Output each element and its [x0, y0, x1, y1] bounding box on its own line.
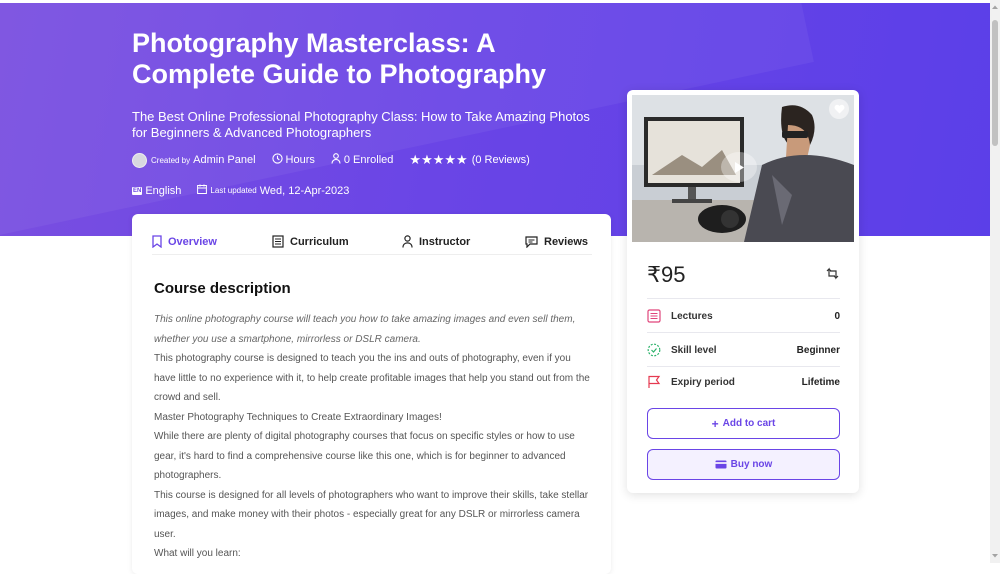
bookmark-icon [152, 235, 162, 248]
add-to-cart-button[interactable]: + Add to cart [647, 408, 840, 439]
scroll-down-icon[interactable] [991, 553, 999, 559]
skill-level-row: Skill level Beginner [647, 343, 840, 357]
language-icon: EN [132, 186, 143, 195]
lectures-label: Lectures [671, 310, 713, 322]
lectures-icon [647, 309, 661, 323]
buy-now-button[interactable]: Buy now [647, 449, 840, 480]
play-video-icon[interactable] [721, 152, 757, 182]
divider [647, 298, 840, 299]
last-updated-date: Wed, 12-Apr-2023 [259, 184, 350, 197]
hours-info: Hours [271, 153, 315, 167]
tab-label: Instructor [419, 235, 471, 248]
expiry-period-value: Lifetime [801, 376, 840, 388]
user-icon [402, 235, 413, 248]
course-tabs: Overview Curriculum Instructor Reviews [152, 229, 592, 255]
refresh-icon[interactable] [826, 267, 839, 283]
top-border [0, 0, 1000, 3]
buy-now-label: Buy now [730, 459, 773, 470]
enrolled-info: 0 Enrolled [331, 153, 394, 167]
star-icon: ★ [409, 152, 422, 167]
star-icon: ★ [432, 152, 445, 167]
last-updated-info: Last updated Wed, 12-Apr-2023 [197, 184, 349, 197]
plus-icon: + [711, 416, 719, 431]
skill-icon [647, 343, 661, 357]
course-title: Photography Masterclass: A Complete Guid… [132, 28, 547, 89]
author-info: Created by Admin Panel [132, 152, 256, 168]
wishlist-heart-icon[interactable] [829, 99, 849, 119]
chat-icon [525, 235, 538, 248]
hours-label: Hours [285, 154, 315, 166]
scroll-up-icon[interactable] [991, 4, 999, 10]
skill-level-label: Skill level [671, 344, 717, 356]
calendar-icon [197, 184, 208, 197]
tab-instructor[interactable]: Instructor [402, 229, 525, 254]
add-to-cart-label: Add to cart [722, 418, 776, 429]
course-meta-row: Created by Admin Panel Hours 0 Enrolled … [132, 152, 546, 168]
divider [647, 366, 840, 367]
course-subtitle: The Best Online Professional Photography… [132, 109, 590, 140]
tab-label: Overview [168, 235, 217, 248]
expiry-period-label: Expiry period [671, 376, 735, 388]
course-meta-row-2: EN English Last updated Wed, 12-Apr-2023 [132, 184, 365, 197]
last-updated-label: Last updated [210, 186, 257, 195]
clock-icon [271, 153, 283, 167]
divider [647, 332, 840, 333]
star-icon: ★ [421, 152, 433, 167]
description-paragraph: This photography course is designed to t… [154, 353, 590, 403]
description-paragraph: Master Photography Techniques to Create … [154, 411, 442, 423]
tab-reviews[interactable]: Reviews [525, 229, 592, 254]
description-paragraph: While there are plenty of digital photog… [154, 431, 575, 481]
enrolled-count: 0 Enrolled [343, 154, 394, 166]
flag-icon [648, 375, 661, 388]
star-icon: ★ [444, 152, 457, 167]
rating-stars: ★★★★★ [409, 152, 467, 168]
description-paragraph: This course is designed for all levels o… [154, 489, 589, 540]
course-price: ₹95 [647, 262, 686, 287]
tab-curriculum[interactable]: Curriculum [272, 229, 402, 254]
created-by-label: Created by [151, 155, 191, 165]
course-description: This online photography course will teac… [154, 310, 594, 564]
description-intro: This online photography course will teac… [154, 314, 576, 345]
description-paragraph: What will you learn: [154, 548, 241, 559]
scrollbar-thumb[interactable] [992, 20, 998, 146]
rating-info: ★★★★★ (0 Reviews) [409, 152, 529, 168]
lectures-value: 0 [834, 310, 840, 322]
section-heading: Course description [154, 280, 291, 297]
author-avatar [132, 152, 147, 168]
author-name-link[interactable]: Admin Panel [193, 154, 255, 166]
lectures-row: Lectures 0 [647, 309, 840, 323]
skill-level-value: Beginner [796, 344, 840, 356]
language-label: English [145, 184, 182, 197]
credit-card-icon [715, 458, 727, 472]
language-info: EN English [132, 185, 181, 197]
tab-overview[interactable]: Overview [152, 229, 272, 254]
expiry-period-row: Expiry period Lifetime [647, 375, 840, 389]
list-icon [272, 235, 284, 248]
user-icon [331, 153, 341, 167]
reviews-count: (0 Reviews) [471, 154, 530, 166]
tab-label: Reviews [544, 235, 589, 248]
star-icon: ★ [456, 152, 468, 167]
tab-label: Curriculum [290, 235, 349, 248]
